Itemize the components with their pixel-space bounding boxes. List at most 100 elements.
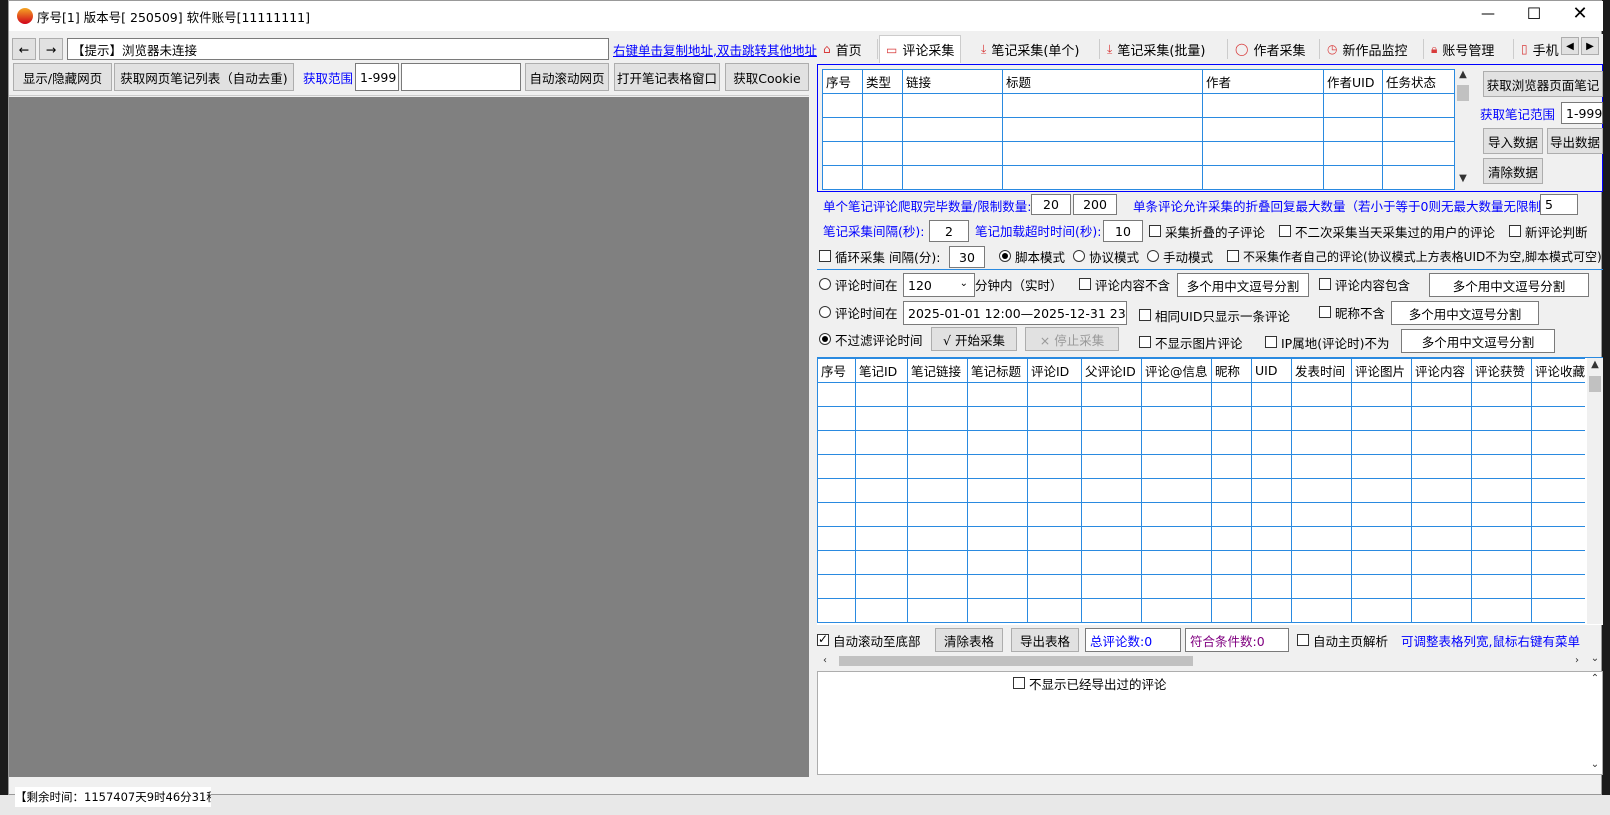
column-header[interactable]: 任务状态 <box>1382 69 1455 94</box>
table-row[interactable] <box>817 502 1585 527</box>
ip-exclude-checkbox[interactable]: IP属地(评论时)不为 <box>1265 332 1389 352</box>
task-table-scrollbar[interactable]: ▲ ▼ <box>1455 69 1471 189</box>
ip-exclude-input[interactable]: 多个用中文逗号分割 <box>1401 329 1555 353</box>
export-table-button[interactable]: 导出表格 <box>1011 628 1079 652</box>
column-header[interactable]: 作者 <box>1202 69 1324 94</box>
get-page-notes-button[interactable]: 获取浏览器页面笔记 <box>1483 71 1603 97</box>
protocol-mode-radio[interactable]: 协议模式 <box>1073 246 1139 266</box>
timeout-input[interactable]: 10 <box>1103 220 1143 242</box>
column-header[interactable]: 发表时间 <box>1291 358 1352 383</box>
clear-data-button[interactable]: 清除数据 <box>1483 158 1543 184</box>
export-data-button[interactable]: 导出数据 <box>1547 128 1603 154</box>
auto-scroll-web-button[interactable]: 自动滚动网页 <box>525 63 609 91</box>
limit-value-input[interactable]: 200 <box>1073 194 1117 215</box>
scroll-up-icon[interactable]: ▲ <box>1455 69 1471 80</box>
table-row[interactable] <box>817 478 1585 503</box>
start-collect-button[interactable]: √ 开始采集 <box>931 327 1017 351</box>
script-mode-radio[interactable]: 脚本模式 <box>999 246 1065 266</box>
scroll-thumb[interactable] <box>1457 85 1469 101</box>
log-area[interactable] <box>817 671 1603 775</box>
log-scroll-up-icon[interactable]: ⌃ <box>1587 673 1603 684</box>
table-row[interactable] <box>817 574 1585 599</box>
no-repeat-checkbox[interactable]: 不二次采集当天采集过的用户的评论 <box>1279 221 1495 241</box>
log-scroll-down-icon[interactable]: ⌄ <box>1587 759 1603 770</box>
column-header[interactable]: UID <box>1251 358 1292 383</box>
tab-comment-collect[interactable]: ▭ 评论采集 <box>879 35 962 63</box>
forward-button[interactable]: → <box>39 38 63 60</box>
tab-note-batch[interactable]: ⤓ 笔记采集(批量) <box>1101 35 1211 63</box>
column-header[interactable]: 链接 <box>902 69 1003 94</box>
get-cookie-button[interactable]: 获取Cookie <box>725 63 809 91</box>
exclude-content-checkbox[interactable]: 评论内容不含 <box>1079 274 1170 294</box>
table-row[interactable] <box>822 165 1455 190</box>
table-row[interactable] <box>817 430 1585 455</box>
clear-table-button[interactable]: 清除表格 <box>935 628 1003 652</box>
column-header[interactable]: 评论内容 <box>1411 358 1472 383</box>
column-header[interactable]: 父评论ID <box>1081 358 1142 383</box>
get-note-list-button[interactable]: 获取网页笔记列表（自动去重) <box>114 63 294 91</box>
column-header[interactable]: 标题 <box>1002 69 1203 94</box>
table-row[interactable] <box>822 117 1455 142</box>
back-button[interactable]: ← <box>12 38 36 60</box>
column-header[interactable]: 评论收藏 <box>1531 358 1585 383</box>
task-table[interactable]: 序号 类型 链接 标题 作者 作者UID 任务状态 <box>822 69 1455 190</box>
tab-scroll-right-button[interactable]: ▶ <box>1581 37 1599 55</box>
scroll-thumb[interactable] <box>839 656 1193 666</box>
scroll-left-icon[interactable]: ‹ <box>819 655 831 666</box>
result-table[interactable]: 序号 笔记ID 笔记链接 笔记标题 评论ID 父评论ID 评论@信息 昵称 UI… <box>817 358 1585 623</box>
time-range-radio[interactable]: 评论时间在 <box>819 302 898 322</box>
copy-link-label[interactable]: 右键单击复制地址,双击跳转其他地址 <box>613 39 817 59</box>
open-table-button[interactable]: 打开笔记表格窗口 <box>614 63 720 91</box>
nickname-exclude-checkbox[interactable]: 昵称不含 <box>1319 302 1385 322</box>
tab-author-collect[interactable]: ◯ 作者采集 <box>1229 35 1311 63</box>
column-header[interactable]: 评论ID <box>1027 358 1082 383</box>
interval-input[interactable]: 2 <box>929 220 969 242</box>
time-range-input[interactable]: 2025-01-01 12:00—2025-12-31 23:59 <box>903 301 1127 325</box>
new-judge-checkbox[interactable]: 新评论判断 <box>1509 221 1588 241</box>
column-header[interactable]: 类型 <box>862 69 903 94</box>
scroll-up-icon[interactable]: ▲ <box>1587 359 1603 370</box>
tab-home[interactable]: ⌂ 首页 <box>817 35 868 63</box>
minimize-button[interactable]: — <box>1477 6 1499 26</box>
auto-scroll-bottom-checkbox[interactable]: 自动滚动至底部 <box>817 630 921 650</box>
note-range-input[interactable]: 1-999 <box>1561 102 1603 124</box>
nickname-exclude-input[interactable]: 多个用中文逗号分割 <box>1391 301 1539 325</box>
no-time-filter-radio[interactable]: 不过滤评论时间 <box>819 329 923 349</box>
tab-scroll-left-button[interactable]: ◀ <box>1561 37 1579 55</box>
close-button[interactable]: ✕ <box>1569 3 1591 25</box>
auto-home-checkbox[interactable]: 自动主页解析 <box>1297 630 1388 650</box>
column-header[interactable]: 序号 <box>817 358 856 383</box>
column-header[interactable]: 笔记ID <box>855 358 908 383</box>
table-row[interactable] <box>817 382 1585 407</box>
scroll-thumb[interactable] <box>1589 376 1601 392</box>
minutes-select[interactable]: 120 ⌄ <box>903 273 975 297</box>
result-table-scrollbar[interactable]: ▲ <box>1587 358 1603 624</box>
web-view-area[interactable] <box>9 97 809 777</box>
hide-exported-checkbox[interactable]: 不显示已经导出过的评论 <box>1013 673 1167 693</box>
horizontal-scrollbar[interactable]: ‹ › <box>817 653 1587 669</box>
column-header[interactable]: 笔记链接 <box>907 358 968 383</box>
column-header[interactable]: 评论获赞 <box>1471 358 1532 383</box>
scroll-down-icon[interactable]: ▼ <box>1455 173 1471 184</box>
include-content-checkbox[interactable]: 评论内容包含 <box>1319 274 1410 294</box>
toggle-web-button[interactable]: 显示/隐藏网页 <box>13 63 112 91</box>
include-content-input[interactable]: 多个用中文逗号分割 <box>1429 273 1589 297</box>
column-header[interactable]: 笔记标题 <box>967 358 1028 383</box>
tab-note-single[interactable]: ⤓ 笔记采集(单个) <box>975 35 1085 63</box>
import-data-button[interactable]: 导入数据 <box>1483 128 1543 154</box>
maximize-button[interactable]: ☐ <box>1523 4 1545 26</box>
tab-phone[interactable]: ▯ 手机 <box>1515 35 1565 63</box>
fold-sub-checkbox[interactable]: 采集折叠的子评论 <box>1149 221 1265 241</box>
same-uid-checkbox[interactable]: 相同UID只显示一条评论 <box>1139 305 1290 325</box>
manual-mode-radio[interactable]: 手动模式 <box>1147 246 1213 266</box>
range-extra-input[interactable] <box>401 63 521 91</box>
table-row[interactable] <box>817 598 1585 623</box>
exclude-author-checkbox[interactable]: 不采集作者自己的评论(协议模式上方表格UID不为空,脚本模式可空) <box>1227 246 1602 266</box>
url-input[interactable]: 【提示】浏览器未连接 <box>67 38 609 60</box>
scroll-down-icon[interactable]: ⌄ <box>1587 653 1603 664</box>
count-value-input[interactable]: 20 <box>1031 194 1071 215</box>
table-row[interactable] <box>817 526 1585 551</box>
exclude-content-input[interactable]: 多个用中文逗号分割 <box>1177 273 1309 297</box>
column-header[interactable]: 序号 <box>822 69 863 94</box>
loop-interval-input[interactable]: 30 <box>949 246 985 268</box>
